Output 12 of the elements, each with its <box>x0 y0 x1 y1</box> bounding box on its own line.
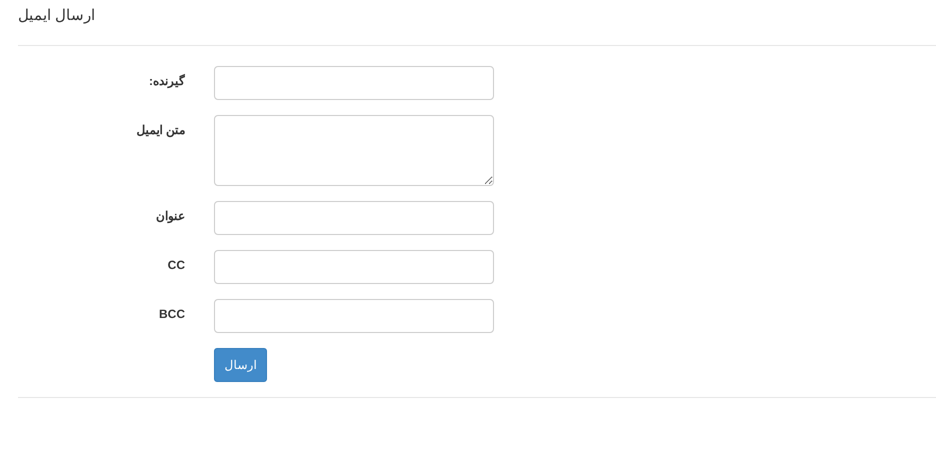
input-field[interactable] <box>214 66 494 100</box>
input-field[interactable] <box>214 299 494 333</box>
field-label: متن ایمیل <box>136 123 185 137</box>
input-field[interactable] <box>214 201 494 235</box>
field-label: CC <box>168 258 185 272</box>
field-label: BCC <box>159 307 185 321</box>
field-label: گیرنده: <box>149 74 185 88</box>
text-area[interactable] <box>214 115 494 186</box>
send-button[interactable]: ارسال <box>214 348 267 382</box>
field-label: عنوان <box>156 209 185 223</box>
page-title: ارسال ایمیل <box>18 6 96 26</box>
input-field[interactable] <box>214 250 494 284</box>
